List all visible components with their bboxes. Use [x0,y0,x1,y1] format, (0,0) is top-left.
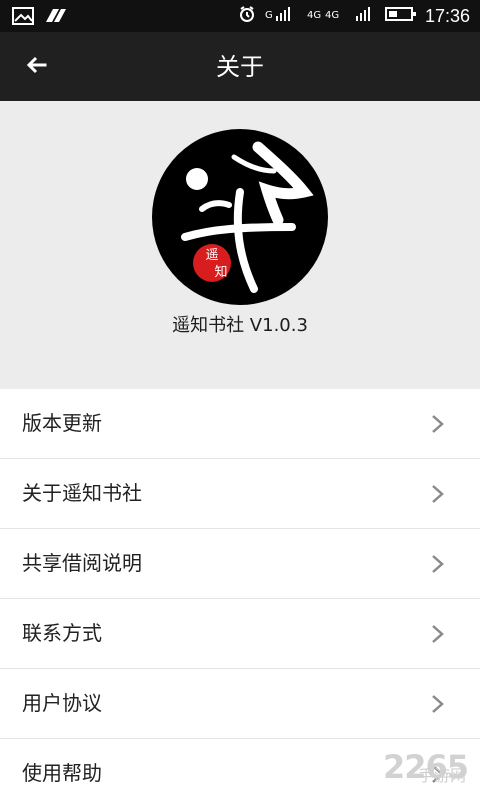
about-header: 遥 知 遥知书社 V1.0.3 [0,101,480,389]
app-icon [44,6,68,30]
menu-item-contact[interactable]: 联系方式 [0,599,480,669]
chevron-right-icon [430,693,446,715]
menu-item-sharing-instructions[interactable]: 共享借阅说明 [0,529,480,599]
app-name-version: 遥知书社 V1.0.3 [172,315,308,336]
alarm-icon [237,4,257,28]
menu-item-label: 版本更新 [22,411,102,435]
page-title: 关于 [216,53,264,81]
menu-item-user-agreement[interactable]: 用户协议 [0,669,480,739]
chevron-right-icon [430,623,446,645]
chevron-right-icon [430,483,446,505]
svg-text:G: G [265,10,273,21]
status-right: G 4G 4G 17:36 [237,4,470,28]
signal-icon: G [265,5,299,27]
menu-item-label: 关于遥知书社 [22,481,142,505]
battery-icon [384,5,417,27]
status-left [12,6,68,30]
watermark-subtext: 手游网 [417,766,466,785]
svg-text:4G: 4G [307,10,321,21]
svg-text:4G: 4G [325,10,339,21]
svg-text:知: 知 [214,264,227,280]
menu-item-label: 共享借阅说明 [22,551,142,575]
status-bar: G 4G 4G 17:36 [0,0,480,32]
status-time: 17:36 [424,6,470,26]
network-4g-icon: 4G 4G [307,5,347,27]
chevron-right-icon [430,553,446,575]
watermark: 2265 手游网 [324,746,476,794]
signal-icon [355,5,377,27]
menu-item-label: 使用帮助 [22,761,102,785]
image-icon [12,7,34,29]
chevron-right-icon [430,413,446,435]
menu-item-version-update[interactable]: 版本更新 [0,389,480,459]
menu-item-label: 用户协议 [22,691,102,715]
menu-item-label: 联系方式 [22,621,102,645]
menu-item-about-app[interactable]: 关于遥知书社 [0,459,480,529]
top-bar: 关于 [0,32,480,101]
app-logo: 遥 知 [150,127,330,307]
svg-text:遥: 遥 [205,248,218,263]
